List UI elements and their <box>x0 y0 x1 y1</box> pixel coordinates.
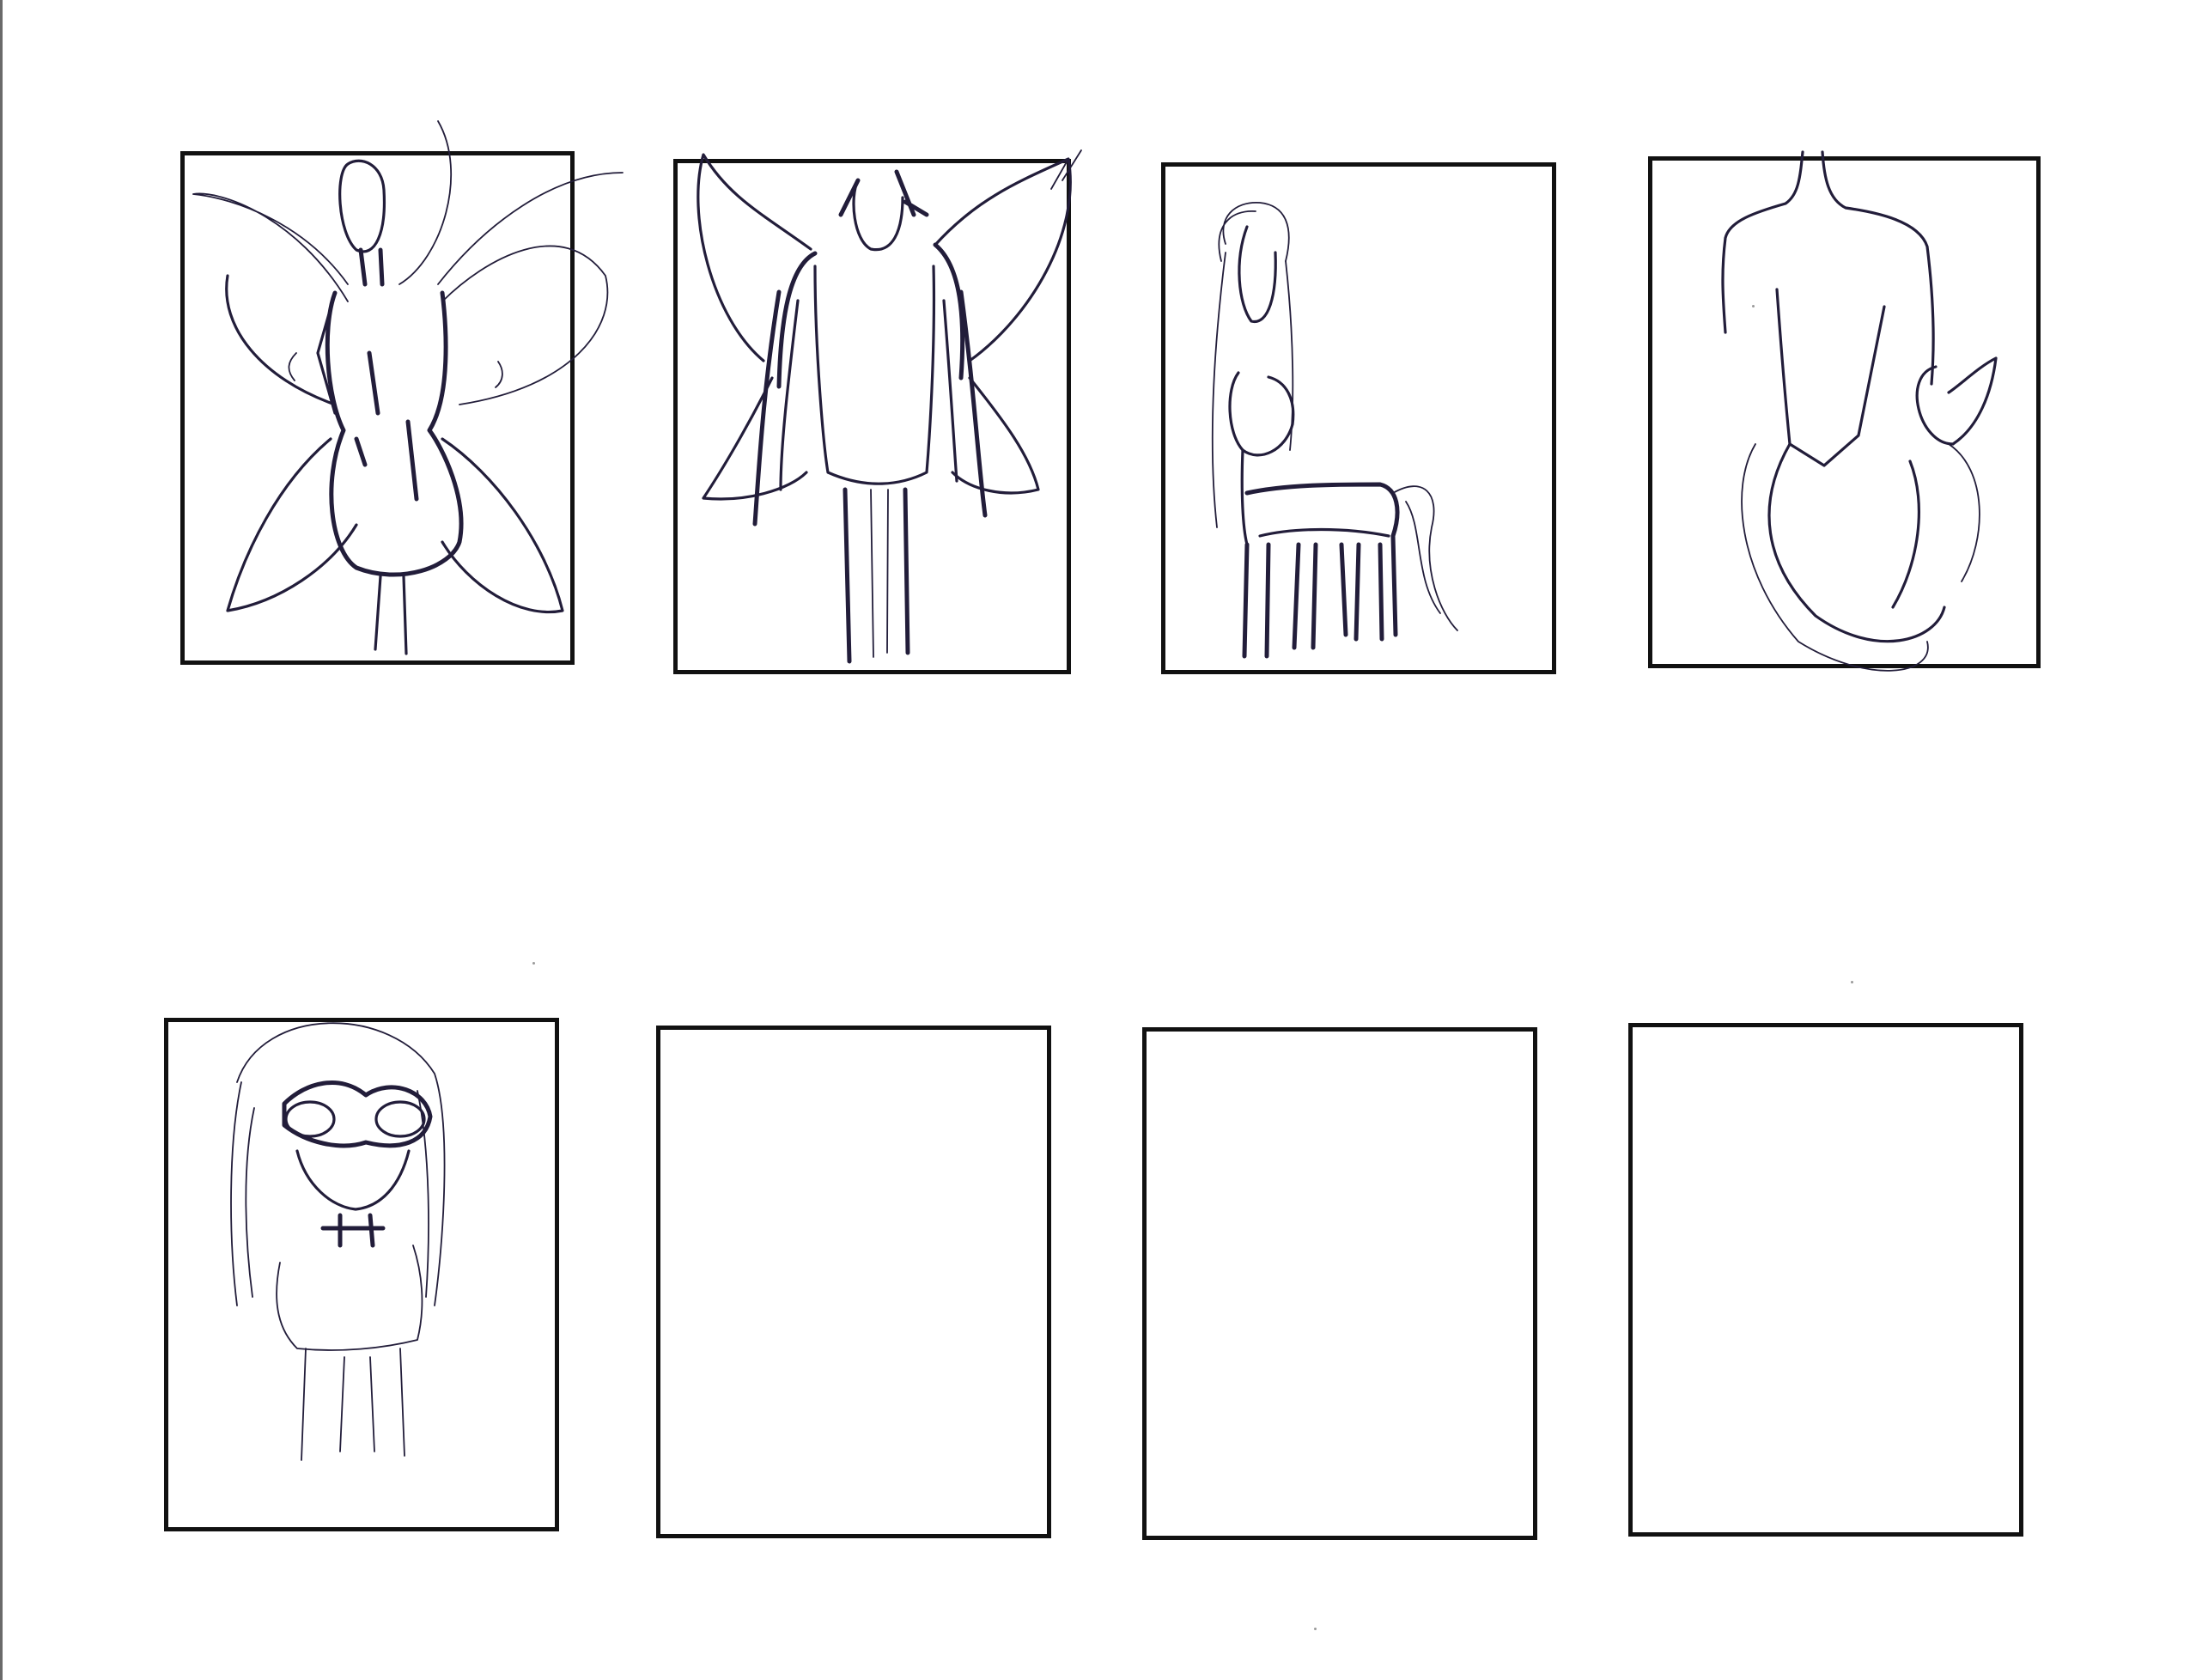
scan-edge-line <box>0 0 3 1680</box>
panel-8-empty <box>1628 1023 2023 1537</box>
panel-7-empty <box>1142 1027 1537 1540</box>
paper-speck <box>532 962 535 965</box>
panel-4-mermaid <box>1648 150 2041 672</box>
centaur-sketch-drawing <box>1211 202 1458 659</box>
panel-6-empty <box>656 1026 1051 1538</box>
paper-speck <box>1314 1628 1317 1630</box>
paper-speck <box>1851 981 1853 983</box>
panel-2-winged-figure <box>673 149 1082 674</box>
paper-speck <box>1752 305 1755 307</box>
panel-3-centaur <box>1161 162 1556 674</box>
sketch-sheet <box>0 0 2190 1680</box>
panel-5-masked-girl <box>164 1018 559 1531</box>
fairy-sketch-drawing <box>192 120 624 655</box>
masked-girl-sketch-drawing <box>230 1022 446 1461</box>
winged-figure-sketch-drawing <box>697 149 1082 664</box>
mermaid-sketch-drawing <box>1721 150 1998 672</box>
panel-1-fairy <box>180 120 624 665</box>
